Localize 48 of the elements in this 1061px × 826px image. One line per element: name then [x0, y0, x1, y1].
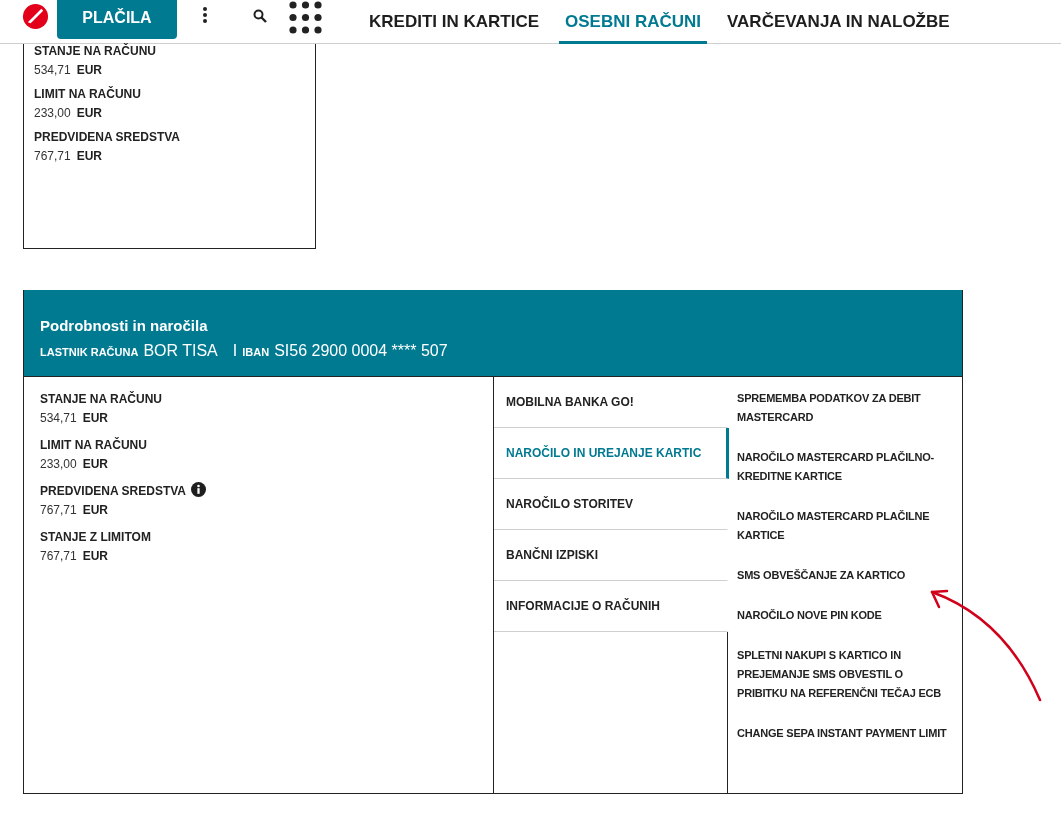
owner-label: LASTNIK RAČUNA — [40, 346, 139, 358]
more-icon[interactable] — [202, 6, 208, 24]
search-icon[interactable] — [253, 9, 267, 23]
action-link[interactable]: NAROČILO NOVE PIN KODE — [737, 606, 956, 625]
iban-number: SI56 2900 0004 **** 507 — [274, 342, 448, 360]
action-link[interactable]: NAROČILO MASTERCARD PLAČILNE KARTICE — [737, 507, 956, 545]
field-label: PREDVIDENA SREDSTVA — [40, 484, 187, 498]
amount: 233,00 — [34, 106, 71, 121]
currency: EUR — [82, 549, 109, 564]
field-label: PREDVIDENA SREDSTVA — [34, 130, 182, 145]
apps-grid-icon[interactable] — [289, 1, 322, 34]
nav-tab[interactable]: OSEBNI RAČUNI — [559, 0, 707, 44]
payments-button[interactable]: PLAČILA — [57, 0, 177, 39]
action-link[interactable]: SMS OBVEŠČANJE ZA KARTICO — [737, 566, 956, 585]
field-label: LIMIT NA RAČUNU — [40, 438, 147, 452]
action-link[interactable]: SPLETNI NAKUPI S KARTICO IN PREJEMANJE SMS OBVESTIL O PRIBITKU NA REFERENČNI TEČAJ ECB — [737, 646, 956, 703]
currency: EUR — [82, 503, 109, 518]
menu-item[interactable]: BANČNI IZPISKI — [494, 530, 729, 581]
menu-item[interactable]: MOBILNA BANKA GO! — [494, 377, 729, 428]
nav-tab[interactable]: VARČEVANJA IN NALOŽBE — [721, 0, 956, 44]
currency: EUR — [76, 106, 103, 121]
field-label: STANJE Z LIMITOM — [40, 530, 151, 544]
field-label: LIMIT NA RAČUNU — [34, 87, 142, 102]
currency: EUR — [76, 149, 103, 164]
amount: 767,71 — [40, 503, 77, 518]
action-link[interactable]: CHANGE SEPA INSTANT PAYMENT LIMIT — [737, 724, 956, 743]
amount: 233,00 — [40, 457, 77, 472]
separator: I — [232, 342, 238, 360]
info-icon[interactable] — [191, 482, 207, 497]
amount: 534,71 — [40, 411, 77, 426]
nav-tab[interactable]: KREDITI IN KARTICE — [363, 0, 545, 44]
action-link[interactable]: NAROČILO MASTERCARD PLAČILNO-KREDITNE KARTICE — [737, 448, 956, 486]
currency: EUR — [76, 63, 103, 78]
currency: EUR — [82, 411, 109, 426]
menu-item[interactable]: INFORMACIJE O RAČUNIH — [494, 581, 729, 632]
menu-item[interactable]: NAROČILO IN UREJANJE KARTIC — [494, 428, 729, 479]
currency: EUR — [82, 457, 109, 472]
field-label: STANJE NA RAČUNU — [40, 392, 162, 406]
amount: 767,71 — [40, 549, 77, 564]
iban-label: IBAN — [242, 346, 270, 358]
amount: 534,71 — [34, 63, 71, 78]
menu-item[interactable]: NAROČILO STORITEV — [494, 479, 729, 530]
logo-icon — [22, 3, 49, 30]
panel-title: Podrobnosti in naročila — [40, 317, 209, 334]
action-link[interactable]: SPREMEMBA PODATKOV ZA DEBIT MASTERCARD — [737, 389, 956, 427]
amount: 767,71 — [34, 149, 71, 164]
owner-name: BOR TISA — [143, 342, 218, 360]
field-label: STANJE NA RAČUNU — [34, 44, 157, 59]
